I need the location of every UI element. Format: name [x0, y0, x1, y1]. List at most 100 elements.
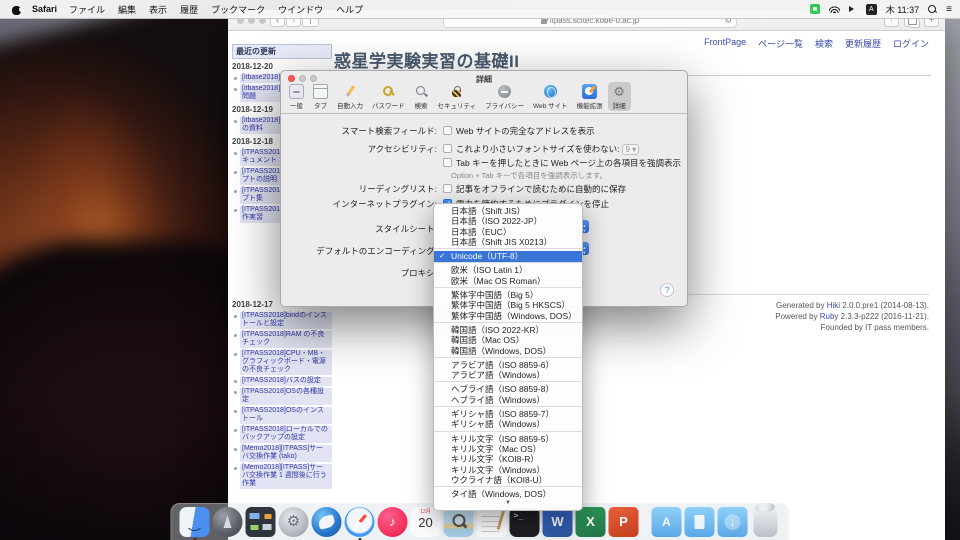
excel-icon[interactable]: X	[576, 507, 606, 537]
documents-folder-icon[interactable]	[685, 507, 715, 537]
reading-list-checkbox[interactable]	[443, 184, 452, 193]
encoding-option[interactable]: 日本語（Shift JIS）	[434, 206, 582, 216]
apple-icon[interactable]	[12, 4, 22, 15]
dock-item-glyph: ⚙	[279, 507, 309, 537]
nav-link[interactable]: FrontPage	[704, 37, 746, 50]
font-size-checkbox[interactable]	[443, 144, 452, 153]
menubar-menu[interactable]: ヘルプ	[336, 3, 363, 16]
encoding-option[interactable]: 日本語（ISO 2022-JP）	[434, 216, 582, 226]
menu-scroll-down-icon[interactable]: ▼	[434, 499, 582, 508]
menubar-menu[interactable]: ブックマーク	[211, 3, 265, 16]
encoding-option[interactable]: 繁体字中国語（Windows, DOS）	[434, 311, 582, 323]
sidebar-entry[interactable]: [Memo2018][ITPASS]サーバ交換作業 (tako)	[232, 445, 332, 462]
sidebar-entry[interactable]: [ITPASS2018]bindのインストールと設定	[232, 312, 332, 329]
sidebar-entry[interactable]: [ITPASS2018]バスの設定	[232, 377, 332, 386]
prefs-toolbar-icon	[414, 84, 429, 99]
smart-search-checkbox[interactable]	[443, 126, 452, 135]
prefs-tab-general[interactable]: 一般	[285, 82, 308, 111]
dock-item-glyph: P	[609, 507, 639, 537]
encoding-option[interactable]: 韓国語（Mac OS）	[434, 335, 582, 345]
prefs-tab-security[interactable]: セキュリティ	[434, 82, 481, 111]
hiki-link[interactable]: Hiki	[827, 301, 840, 310]
status-app-icon[interactable]	[810, 4, 820, 14]
encoding-option[interactable]: 日本語（Shift JIS X0213）	[434, 237, 582, 249]
encoding-option[interactable]: キリル文字（Mac OS）	[434, 444, 582, 454]
mission-control-icon[interactable]	[246, 507, 276, 537]
sidebar-entry[interactable]: [Memo2018][ITPASS]サーバ交換作業 1 週間後に行う作業	[232, 464, 332, 489]
applications-folder-icon[interactable]: A	[652, 507, 682, 537]
prefs-tab-tabs[interactable]: タブ	[309, 82, 332, 111]
prefs-tab-passwords[interactable]: パスワード	[368, 82, 409, 111]
menubar-menu[interactable]: ファイル	[69, 3, 105, 16]
prefs-tab-search[interactable]: 検索	[410, 82, 433, 111]
system-preferences-icon[interactable]: ⚙	[279, 507, 309, 537]
trash-icon[interactable]	[754, 507, 778, 537]
dock-item-glyph	[312, 507, 342, 537]
volume-icon[interactable]	[849, 6, 857, 12]
sidebar-entry[interactable]: [ITPASS2018]OSのインストール	[232, 407, 332, 424]
spotlight-icon[interactable]	[928, 5, 937, 14]
menubar-menu[interactable]: 履歴	[180, 3, 198, 16]
prefs-toolbar-label: 詳細	[613, 100, 626, 110]
thunderbird-icon[interactable]	[312, 507, 342, 537]
sidebar-entry[interactable]: [ITPASS2018]OSの各種設定	[232, 388, 332, 405]
encoding-option[interactable]: Unicode（UTF-8）	[434, 251, 582, 263]
encoding-option[interactable]: キリル文字（ISO 8859-5）	[434, 434, 582, 444]
sidebar-entry[interactable]: [ITPASS2018]ローカルでのバックアップの設定	[232, 426, 332, 443]
sidebar-entry[interactable]: [ITPASS2018]RAM の不良チェック	[232, 331, 332, 348]
itunes-icon[interactable]: ♪	[378, 507, 408, 537]
nav-link[interactable]: 検索	[815, 37, 833, 50]
calendar-icon[interactable]: 12月 20	[411, 507, 441, 537]
encoding-option[interactable]: 繁体字中国語（Big 5 HKSCS）	[434, 300, 582, 310]
menubar-menu[interactable]: ウインドウ	[278, 3, 323, 16]
encoding-option[interactable]: ヘブライ語（Windows）	[434, 395, 582, 407]
safari-icon[interactable]	[345, 507, 375, 537]
dock-separator[interactable]	[645, 507, 646, 537]
encoding-option[interactable]: ヘブライ語（ISO 8859-8）	[434, 384, 582, 394]
help-button[interactable]: ?	[660, 283, 674, 297]
encoding-option[interactable]: 日本語（EUC）	[434, 227, 582, 237]
prefs-tab-websites[interactable]: Web サイト	[529, 82, 572, 111]
powerpoint-icon[interactable]: P	[609, 507, 639, 537]
menubar-menu[interactable]: 表示	[149, 3, 167, 16]
prefs-tab-autofill[interactable]: 自動入力	[333, 82, 367, 111]
ruby-link[interactable]: Ruby	[820, 312, 839, 321]
prefs-tab-privacy[interactable]: プライバシー	[481, 82, 528, 111]
font-size-select[interactable]: 9 ▾	[622, 144, 639, 155]
downloads-folder-icon[interactable]: ↓	[718, 507, 748, 537]
nav-link[interactable]: 更新履歴	[845, 37, 881, 50]
finder-icon[interactable]	[180, 507, 210, 537]
encoding-option[interactable]: キリル文字（Windows）	[434, 465, 582, 475]
sidebar-entry-text: [ITPASS2018]ローカルでのバックアップの設定	[240, 426, 332, 443]
encoding-option[interactable]: ギリシャ語（ISO 8859-7）	[434, 409, 582, 419]
tab-highlight-checkbox[interactable]	[443, 158, 452, 167]
preferences-toolbar: 一般 タブ 自動入力 パスワード 検索 セキュリティ	[281, 84, 687, 114]
encoding-option[interactable]: アラビア語（ISO 8859-6）	[434, 360, 582, 370]
encoding-option[interactable]: アラビア語（Windows）	[434, 370, 582, 382]
wifi-icon[interactable]	[829, 5, 840, 13]
encoding-option[interactable]: 欧米（Mac OS Roman）	[434, 276, 582, 288]
prefs-toolbar-label: Web サイト	[533, 100, 568, 110]
menubar-app-name[interactable]: Safari	[32, 4, 57, 14]
encoding-option[interactable]: ギリシャ語（Windows）	[434, 419, 582, 431]
menubar-menu[interactable]: 編集	[118, 3, 136, 16]
encoding-option[interactable]: タイ語（Windows, DOS）	[434, 489, 582, 499]
prefs-tab-extensions[interactable]: 機能拡張	[573, 82, 607, 111]
sidebar-entry[interactable]: [ITPASS2018]CPU・MB・グラフィックボード・電源の不良チェック	[232, 350, 332, 375]
menubar-clock[interactable]: 木 11:37	[886, 3, 919, 16]
input-source-icon[interactable]: A	[866, 4, 877, 15]
prefs-toolbar-label: パスワード	[372, 100, 405, 110]
dock-item-glyph	[213, 507, 243, 537]
encoding-option[interactable]: キリル文字（KOI8-R）	[434, 454, 582, 464]
nav-link[interactable]: ページ一覧	[758, 37, 803, 50]
encoding-option[interactable]: 繁体字中国語（Big 5）	[434, 290, 582, 300]
nav-link[interactable]: ログイン	[893, 37, 929, 50]
encoding-option[interactable]: 韓国語（ISO 2022-KR）	[434, 325, 582, 335]
launchpad-icon[interactable]	[213, 507, 243, 537]
desktop: ‹ › itpass.scitec.kobe-u.ac.jp ↻ + Front…	[0, 0, 960, 540]
prefs-tab-advanced[interactable]: ⚙ 詳細	[608, 82, 631, 111]
encoding-option[interactable]: 韓国語（Windows, DOS）	[434, 346, 582, 358]
encoding-option[interactable]: 欧米（ISO Latin 1）	[434, 265, 582, 275]
notification-center-icon[interactable]: ≡	[946, 5, 952, 14]
encoding-option[interactable]: ウクライナ語（KOI8-U）	[434, 475, 582, 487]
